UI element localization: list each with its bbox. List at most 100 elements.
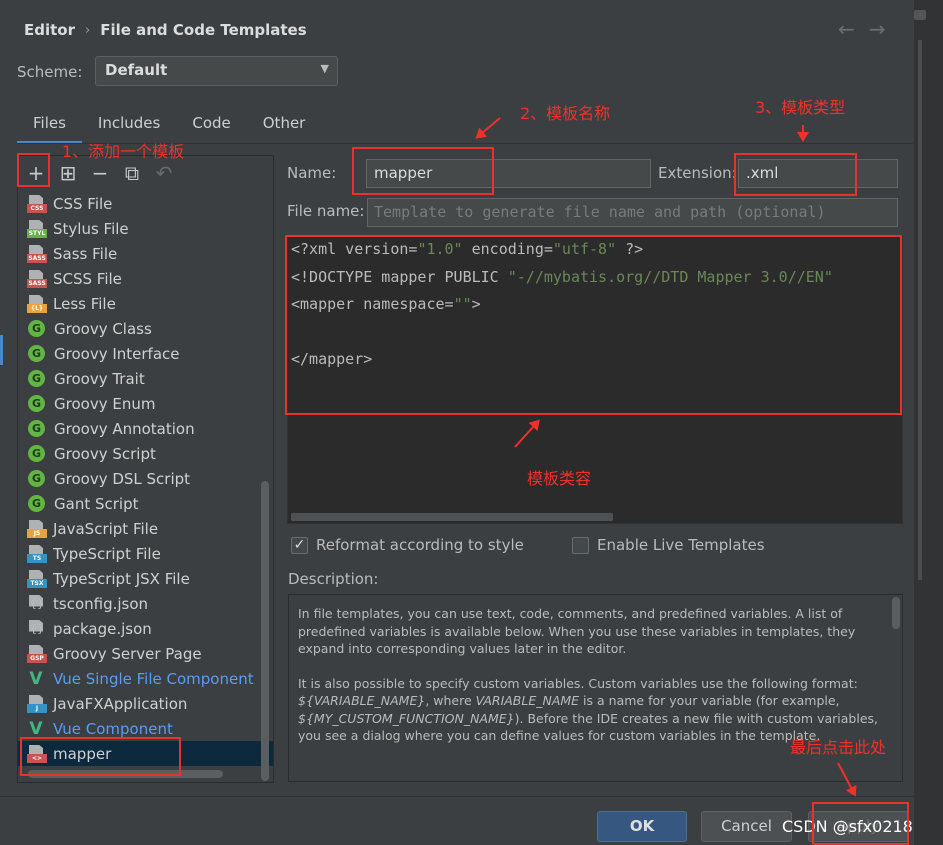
strip-scrollbar[interactable] xyxy=(918,40,922,580)
copy-icon[interactable]: ⧉ xyxy=(122,161,142,185)
annotation-box-apply xyxy=(812,802,909,845)
file-name-label: File name: xyxy=(287,202,365,220)
editor-horizontal-scrollbar[interactable] xyxy=(291,513,613,521)
file-type-icon: TSX xyxy=(27,569,47,588)
template-item-label: Groovy Enum xyxy=(54,394,156,413)
file-type-icon: SASS xyxy=(27,269,47,288)
cancel-button[interactable]: Cancel xyxy=(701,811,792,842)
template-item-5[interactable]: G Groovy Class xyxy=(18,316,273,341)
annotation-box-name xyxy=(352,147,494,195)
template-item-label: JavaScript File xyxy=(53,519,159,538)
template-item-2[interactable]: SASS Sass File xyxy=(18,241,273,266)
annotation-template-content: 模板类容 xyxy=(527,469,592,488)
template-item-15[interactable]: TSX TypeScript JSX File xyxy=(18,566,273,591)
file-type-icon: CSS xyxy=(27,194,47,213)
live-templates-checkbox[interactable] xyxy=(572,536,589,554)
annotation-finally-click: 最后点击此处 xyxy=(790,738,887,757)
scheme-select[interactable]: Default ▼ xyxy=(95,56,338,86)
template-item-label: Groovy Script xyxy=(54,444,156,463)
template-item-label: SCSS File xyxy=(53,269,122,288)
list-vertical-scrollbar[interactable] xyxy=(261,481,269,781)
file-type-icon: GSP xyxy=(27,644,47,663)
template-item-label: Stylus File xyxy=(53,219,129,238)
groovy-icon: G xyxy=(28,370,45,387)
template-item-3[interactable]: SASS SCSS File xyxy=(18,266,273,291)
template-item-label: Groovy Server Page xyxy=(53,644,202,663)
annotation-box-content xyxy=(285,235,902,415)
template-item-1[interactable]: STYL Stylus File xyxy=(18,216,273,241)
file-name-input[interactable]: Template to generate file name and path … xyxy=(367,198,898,227)
file-type-icon: JS xyxy=(27,519,47,538)
file-type-icon: J xyxy=(27,694,47,713)
strip-button-icon[interactable] xyxy=(914,10,926,20)
template-item-12[interactable]: G Gant Script xyxy=(18,491,273,516)
template-item-6[interactable]: G Groovy Interface xyxy=(18,341,273,366)
annotation-box-mapper xyxy=(20,737,181,776)
groovy-icon: G xyxy=(28,470,45,487)
template-item-11[interactable]: G Groovy DSL Script xyxy=(18,466,273,491)
reformat-label: Reformat according to style xyxy=(316,536,524,554)
live-templates-label: Enable Live Templates xyxy=(597,536,765,554)
reformat-checkbox[interactable]: ✓ xyxy=(291,536,308,554)
template-item-label: Groovy Class xyxy=(54,319,152,338)
live-templates-option[interactable]: Enable Live Templates xyxy=(572,536,765,554)
template-item-14[interactable]: TS TypeScript File xyxy=(18,541,273,566)
tab-code[interactable]: Code xyxy=(176,110,246,144)
template-item-0[interactable]: CSS CSS File xyxy=(18,191,273,216)
annotation-template-type: 3、模板类型 xyxy=(755,98,846,117)
template-item-10[interactable]: G Groovy Script xyxy=(18,441,273,466)
annotation-template-name: 2、模板名称 xyxy=(520,104,611,123)
template-item-label: Gant Script xyxy=(54,494,139,513)
json-file-icon: {} xyxy=(29,594,44,610)
ok-button[interactable]: OK xyxy=(597,811,687,842)
back-arrow-icon[interactable]: ← xyxy=(838,17,855,41)
forward-arrow-icon[interactable]: → xyxy=(869,17,886,41)
template-item-8[interactable]: G Groovy Enum xyxy=(18,391,273,416)
annotation-arrow-name xyxy=(476,117,501,139)
right-side-strip xyxy=(914,0,943,845)
template-item-18[interactable]: GSP Groovy Server Page xyxy=(18,641,273,666)
json-file-icon: {} xyxy=(29,619,44,635)
reformat-option[interactable]: ✓ Reformat according to style xyxy=(291,536,524,554)
template-item-4[interactable]: {L} Less File xyxy=(18,291,273,316)
template-item-16[interactable]: {} tsconfig.json xyxy=(18,591,273,616)
template-item-7[interactable]: G Groovy Trait xyxy=(18,366,273,391)
vue-icon: V xyxy=(29,668,43,689)
template-item-label: TypeScript JSX File xyxy=(53,569,190,588)
groovy-icon: G xyxy=(28,495,45,512)
groovy-icon: G xyxy=(28,445,45,462)
template-item-label: JavaFXApplication xyxy=(53,694,188,713)
template-item-label: Groovy Annotation xyxy=(54,419,195,438)
template-item-9[interactable]: G Groovy Annotation xyxy=(18,416,273,441)
remove-icon[interactable]: − xyxy=(90,161,110,185)
name-label: Name: xyxy=(287,164,337,182)
scheme-value: Default xyxy=(105,61,168,79)
template-list-panel: + ⊞ − ⧉ ↶ CSS CSS File STYL Stylus File SASS… xyxy=(17,155,274,783)
template-item-label: TypeScript File xyxy=(53,544,161,563)
description-label: Description: xyxy=(288,570,379,588)
vue-icon: V xyxy=(29,718,43,739)
template-item-label: Sass File xyxy=(53,244,118,263)
template-item-17[interactable]: {} package.json xyxy=(18,616,273,641)
groovy-icon: G xyxy=(28,420,45,437)
extension-label: Extension: xyxy=(658,164,737,182)
groovy-icon: G xyxy=(28,320,45,337)
template-item-20[interactable]: J JavaFXApplication xyxy=(18,691,273,716)
tab-other[interactable]: Other xyxy=(247,110,322,144)
scheme-label: Scheme: xyxy=(17,63,83,81)
file-type-icon: STYL xyxy=(27,219,47,238)
annotation-box-add xyxy=(17,153,50,187)
description-scrollbar[interactable] xyxy=(892,597,900,629)
breadcrumb-editor[interactable]: Editor xyxy=(24,21,75,39)
template-item-19[interactable]: V Vue Single File Component xyxy=(18,666,273,691)
add-child-template-icon[interactable]: ⊞ xyxy=(58,161,78,185)
groovy-icon: G xyxy=(28,395,45,412)
template-item-label: Groovy Interface xyxy=(54,344,180,363)
template-item-13[interactable]: JS JavaScript File xyxy=(18,516,273,541)
annotation-add-template: 1、添加一个模板 xyxy=(62,142,185,161)
breadcrumb-separator-icon: › xyxy=(85,22,91,38)
template-item-label: Vue Single File Component xyxy=(53,669,254,688)
file-type-icon: SASS xyxy=(27,244,47,263)
nav-arrows: ← → xyxy=(838,17,886,41)
groovy-icon: G xyxy=(28,345,45,362)
